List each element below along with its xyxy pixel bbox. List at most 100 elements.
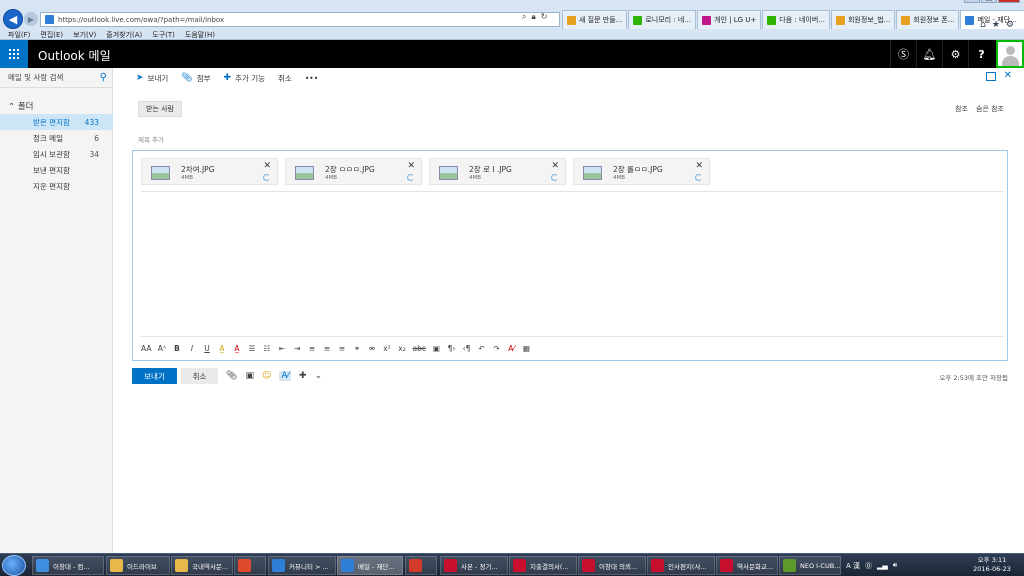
menu-item[interactable]: 파일(F) [8,30,30,40]
browser-tab[interactable]: 로니모리 : 네... [628,10,697,29]
taskbar-item[interactable]: 이드라이브 [106,556,170,575]
chevron-down-icon[interactable]: ⌄ [315,371,323,381]
link-icon[interactable]: ⚭ [352,344,361,353]
search-icon[interactable]: ⚲ [100,72,107,83]
bcc-link[interactable]: 숨은 참조 [976,104,1004,114]
menu-item[interactable]: 도구(T) [152,30,175,40]
italic-icon[interactable]: I [187,344,196,353]
help-icon[interactable]: ⓪ [865,561,872,571]
remove-attachment-icon[interactable]: ✕ [263,161,271,171]
strikethrough-icon[interactable]: abc [412,344,425,353]
search-input[interactable]: 메일 및 사람 검색 ⚲ [0,68,113,88]
underline-icon[interactable]: U [202,344,211,353]
minimize-button[interactable]: – [964,0,980,3]
attachment-card[interactable]: 2장 로 I .JPG 4MB ✕ [429,158,566,185]
attachment-card[interactable]: 2장 롤ㅁㅁ.JPG 4MB ✕ [573,158,710,185]
browser-tab[interactable]: 새 질문 만들... [562,10,628,29]
format-toggle-icon[interactable]: A⁄ [279,371,292,381]
menu-item[interactable]: 편집(E) [40,30,63,40]
message-body-editor[interactable]: 2차여.JPG 4MB ✕ 2장 ㅁㅁㅁ.JPG 4MB ✕ 2장 로 I .JPG 4MB ✕… [132,150,1008,361]
taskbar-item[interactable]: 역사문화교... [716,556,778,575]
attachment-card[interactable]: 2차여.JPG 4MB ✕ [141,158,278,185]
taskbar-item[interactable]: 인사편지(사... [647,556,715,575]
taskbar-item[interactable]: 메일 - 재단... [337,556,403,575]
skype-button[interactable]: Ⓢ [890,40,916,68]
align-left-icon[interactable]: ≡ [307,344,316,353]
attach-button[interactable]: 📎︎ 첨부 [181,73,210,84]
tools-gear-icon[interactable]: ⚙ [1006,20,1014,30]
search-icon[interactable]: ⌕ [522,12,526,22]
taskbar-item[interactable]: 사본 - 정기... [440,556,508,575]
lock-icon[interactable]: 🔒︎ [531,12,535,22]
send-toolbar-button[interactable]: ➤ 보내기 [136,73,168,84]
font-color-icon[interactable]: A̲ [232,344,241,353]
cancel-toolbar-button[interactable]: 취소 [278,73,292,84]
back-button[interactable]: ◀ [3,9,23,29]
popout-icon[interactable] [986,72,996,81]
taskbar-item[interactable]: NEO I-CUB... [779,556,841,575]
superscript-icon[interactable]: x² [382,344,391,353]
app-launcher-button[interactable] [0,40,28,68]
font-icon[interactable]: AA [141,344,151,353]
avatar[interactable] [996,40,1024,68]
ltr-icon[interactable]: ¶› [447,344,456,353]
clock[interactable]: 오후 3:11 2016-06-23 [970,556,1014,574]
settings-button[interactable]: ⚙ [942,40,968,68]
refresh-icon[interactable]: ↻ [541,12,548,22]
add-feature-button[interactable]: ✚ 추가 기능 [224,73,266,84]
send-button[interactable]: 보내기 [132,368,177,384]
close-icon[interactable]: ✕ [1004,70,1012,81]
menu-item[interactable]: 도움말(H) [185,30,215,40]
bullets-icon[interactable]: ☰ [247,344,256,353]
browser-tab[interactable]: 개인 | LG U+ [697,10,762,29]
browser-tab[interactable]: 회원정보_법... [830,10,896,29]
highlight-icon[interactable]: A̲ [217,344,226,353]
taskbar-item[interactable]: 지출결의서(... [509,556,577,575]
bold-icon[interactable]: B [172,344,181,353]
notifications-button[interactable]: 🔔︎ [916,40,942,68]
subscript-icon[interactable]: x₂ [397,344,406,353]
indent-increase-icon[interactable]: ⇥ [292,344,301,353]
folders-header[interactable]: ⌃ 폴더 [8,100,33,112]
volume-icon[interactable]: 🔊︎ [893,561,897,570]
insert-picture-icon[interactable]: ▣ [245,371,254,381]
ime-indicator[interactable]: A 漢 [846,561,860,571]
menu-item[interactable]: 즐겨찾기(A) [106,30,142,40]
browser-tab[interactable]: 회원정보 폰... [896,10,960,29]
rtl-icon[interactable]: ‹¶ [462,344,471,353]
align-right-icon[interactable]: ≡ [337,344,346,353]
taskbar-item[interactable] [234,556,266,575]
menu-item[interactable]: 보기(V) [73,30,96,40]
subject-input[interactable]: 제목 추가 [138,134,164,144]
remove-attachment-icon[interactable]: ✕ [407,161,415,171]
folder-item[interactable]: 받은 편지함 433 [0,114,113,130]
address-bar[interactable]: https://outlook.live.com/owa/?path=/mail… [40,12,560,27]
paperclip-icon[interactable]: 📎︎ [226,371,237,381]
start-button[interactable] [2,555,26,576]
remove-attachment-icon[interactable]: ✕ [695,161,703,171]
remove-attachment-icon[interactable]: ✕ [551,161,559,171]
folder-item[interactable]: 보낸 편지함 [0,162,113,178]
taskbar-item[interactable]: 이창대 의뢰... [578,556,646,575]
emoji-icon[interactable]: ☺ [262,371,271,381]
home-icon[interactable]: ⌂ [980,20,986,30]
network-icon[interactable]: ▂▄ [877,562,888,570]
more-button[interactable]: ••• [305,74,318,83]
folder-item[interactable]: 임시 보관함 34 [0,146,113,162]
cancel-button[interactable]: 취소 [181,368,218,384]
browser-tab[interactable]: 다음 : 네이버... [762,10,830,29]
undo-icon[interactable]: ↶ [477,344,486,353]
add-feature-icon[interactable]: ✚ [299,371,307,381]
unlink-icon[interactable]: ⚮ [367,344,376,353]
folder-item[interactable]: 지운 편지함 [0,178,113,194]
redo-icon[interactable]: ↷ [492,344,501,353]
clear-format-icon[interactable]: A⁄ [507,344,516,353]
forward-button[interactable]: ▶ [24,12,38,26]
taskbar-item[interactable]: 이창대 - 컴... [32,556,104,575]
folder-item[interactable]: 정크 메일 6 [0,130,113,146]
taskbar-item[interactable] [405,556,437,575]
indent-decrease-icon[interactable]: ⇤ [277,344,286,353]
font-size-icon[interactable]: Aᴬ [157,344,166,353]
numbering-icon[interactable]: ☷ [262,344,271,353]
image-icon[interactable]: ▣ [432,344,441,353]
